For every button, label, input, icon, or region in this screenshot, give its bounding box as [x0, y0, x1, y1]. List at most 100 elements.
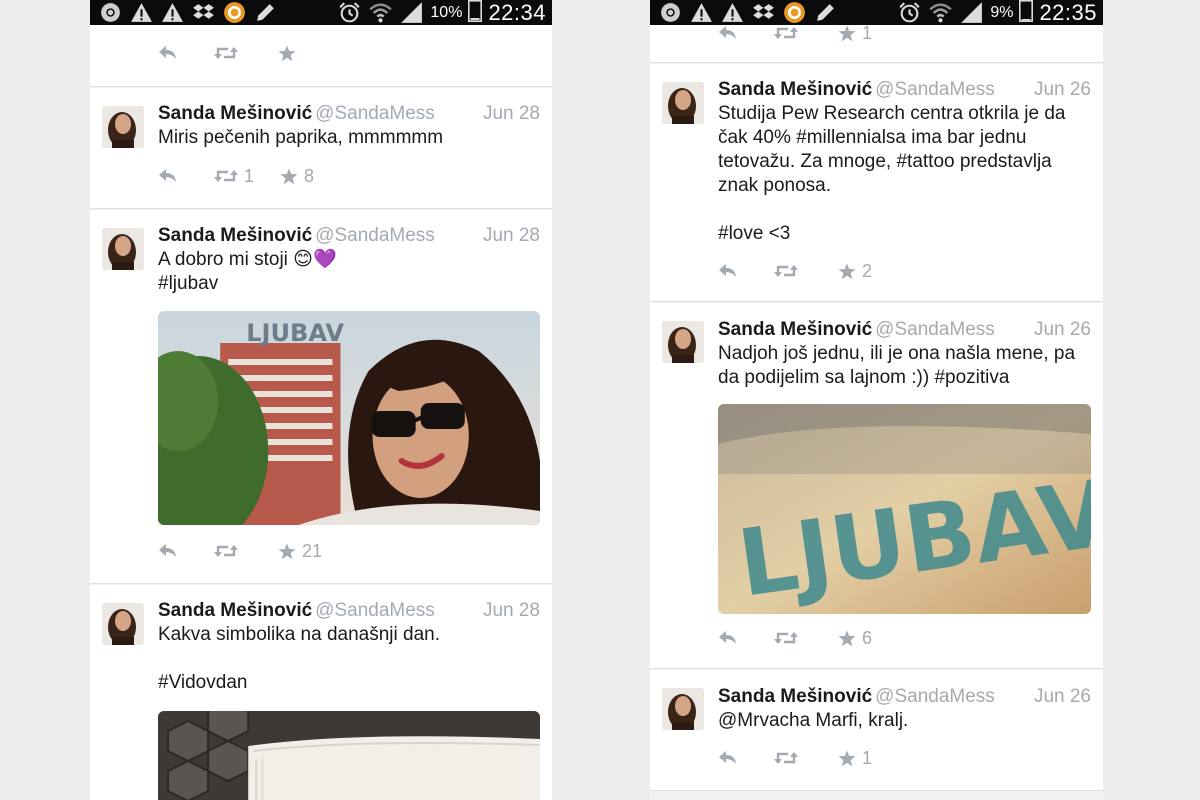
tweet-date[interactable]: Jun 26	[1034, 317, 1091, 343]
warning-icon	[160, 0, 185, 25]
avatar[interactable]	[662, 688, 704, 730]
tweet-actions: 21	[158, 540, 322, 562]
tweet-photo[interactable]	[158, 711, 540, 800]
tweet-date[interactable]: Jun 28	[483, 598, 540, 624]
tweet-date[interactable]: Jun 28	[483, 223, 540, 249]
tweet-text-line: Kakva simbolika na današnji dan.	[158, 624, 441, 645]
favorite-count: 8	[304, 165, 315, 186]
dropbox-icon	[191, 0, 216, 25]
tweet-text-line: @Mrvacha Marfi, kralj.	[718, 710, 909, 731]
retweet-icon	[214, 168, 238, 184]
avatar[interactable]	[662, 321, 704, 363]
retweet-button[interactable]	[774, 22, 804, 44]
tweet-text-line: Nadjoh još jednu, ili je ona našla mene,…	[718, 343, 1076, 364]
reply-button[interactable]	[718, 22, 740, 44]
phone-screen-left: 10% 22:34 Sanda Mešinović @SandaMess Jun …	[90, 0, 552, 800]
tweet-card[interactable]: Sanda Mešinović @SandaMess Jun 26 Studija…	[650, 64, 1103, 302]
author-name[interactable]: Sanda Mešinović	[718, 686, 872, 707]
reply-button[interactable]	[158, 540, 180, 562]
retweet-button[interactable]	[774, 747, 804, 769]
tweet-header: Sanda Mešinović @SandaMess Jun 28	[158, 223, 540, 249]
tweet-date[interactable]: Jun 26	[1034, 77, 1091, 103]
favorite-button[interactable]: 1	[838, 22, 872, 44]
author-handle[interactable]: @SandaMess	[315, 225, 435, 246]
author-name[interactable]: Sanda Mešinović	[158, 103, 312, 124]
author-name[interactable]: Sanda Mešinović	[158, 600, 312, 621]
retweet-icon	[774, 750, 798, 766]
tweet-card[interactable]: Sanda Mešinović @SandaMess Jun 28 A dobro…	[90, 210, 552, 584]
wifi-icon	[928, 0, 953, 25]
retweet-icon	[214, 543, 238, 559]
favorite-icon	[838, 263, 856, 280]
tweet-hashtag[interactable]: #ljubav	[158, 272, 538, 296]
battery-icon	[468, 0, 483, 27]
alarm-icon	[337, 0, 362, 25]
tweet-date[interactable]: Jun 28	[483, 101, 540, 127]
avatar[interactable]	[102, 228, 144, 270]
author-handle[interactable]: @SandaMess	[875, 686, 995, 707]
tweet-text-line: Studija Pew Research centra otkrila je d…	[718, 103, 1066, 124]
tweet-text-line: Miris pečenih paprika, mmmmmm	[158, 127, 444, 148]
retweet-button[interactable]	[774, 260, 804, 282]
author-handle[interactable]: @SandaMess	[315, 600, 435, 621]
signal-icon	[959, 0, 984, 25]
tweet-photo[interactable]: LJUBAV	[158, 311, 540, 525]
tweet-hashtag[interactable]: #love <3	[718, 222, 1089, 246]
reply-icon	[718, 750, 738, 766]
tweet-card[interactable]: Sanda Mešinović @SandaMess Jun 28 Miris p…	[90, 88, 552, 209]
author-name[interactable]: Sanda Mešinović	[718, 319, 872, 340]
retweet-button[interactable]	[214, 42, 244, 64]
author-handle[interactable]: @SandaMess	[315, 103, 435, 124]
author-name[interactable]: Sanda Mešinović	[718, 79, 872, 100]
retweet-button[interactable]: 1	[214, 165, 254, 187]
battery-icon	[1019, 0, 1034, 27]
favorite-button[interactable]	[278, 42, 302, 64]
reply-icon	[718, 630, 738, 646]
author-handle[interactable]: @SandaMess	[875, 319, 995, 340]
tweet-header: Sanda Mešinović @SandaMess Jun 28	[158, 598, 540, 624]
reply-button[interactable]	[718, 627, 740, 649]
tweet-date[interactable]: Jun 26	[1034, 684, 1091, 710]
retweet-button[interactable]	[214, 540, 244, 562]
favorite-button[interactable]: 1	[838, 747, 872, 769]
tweet-photo[interactable]: LJUBAV	[718, 404, 1091, 614]
author-name[interactable]: Sanda Mešinović	[158, 225, 312, 246]
alarm-icon	[897, 0, 922, 25]
reply-icon	[158, 168, 178, 184]
tweet-header: Sanda Mešinović @SandaMess Jun 26	[718, 317, 1091, 343]
battery-percent: 9%	[990, 4, 1014, 21]
tweet-header: Sanda Mešinović @SandaMess Jun 26	[718, 684, 1091, 710]
avatar[interactable]	[102, 603, 144, 645]
retweet-icon	[774, 263, 798, 279]
tweet-text-line	[158, 647, 538, 671]
author-handle[interactable]: @SandaMess	[875, 79, 995, 100]
favorite-count: 1	[862, 747, 873, 768]
reply-button[interactable]	[718, 747, 740, 769]
retweet-icon	[774, 630, 798, 646]
reply-button[interactable]	[158, 165, 180, 187]
tweet-card[interactable]: Sanda Mešinović @SandaMess Jun 26 @Mrvach…	[650, 670, 1103, 791]
retweet-button[interactable]	[774, 627, 804, 649]
favorite-button[interactable]: 8	[280, 165, 314, 187]
tweet-card[interactable]: Sanda Mešinović @SandaMess Jun 28 Kakva s…	[90, 585, 552, 800]
tweet-actions: 6	[718, 627, 872, 649]
app-icon	[782, 0, 807, 25]
pencil-icon	[253, 0, 278, 25]
favorite-button[interactable]: 6	[838, 627, 872, 649]
status-bar: 10% 22:34	[90, 0, 552, 25]
status-clock: 22:35	[1039, 0, 1097, 25]
reply-button[interactable]	[718, 260, 740, 282]
tweet-card[interactable]: Sanda Mešinović @SandaMess Jun 26 Nadjoh …	[650, 303, 1103, 669]
tweet-actions	[158, 42, 302, 64]
reply-button[interactable]	[158, 42, 180, 64]
tweet-hashtag[interactable]: #Vidovdan	[158, 671, 538, 695]
tweet-text-line	[718, 198, 1089, 222]
tweet-text-line: A dobro mi stoji 😊💜	[158, 249, 337, 270]
chrome-icon	[98, 0, 123, 25]
favorite-button[interactable]: 2	[838, 260, 872, 282]
avatar[interactable]	[662, 82, 704, 124]
warning-icon	[689, 0, 714, 25]
favorite-button[interactable]: 21	[278, 540, 322, 562]
favorite-icon	[838, 630, 856, 647]
avatar[interactable]	[102, 106, 144, 148]
